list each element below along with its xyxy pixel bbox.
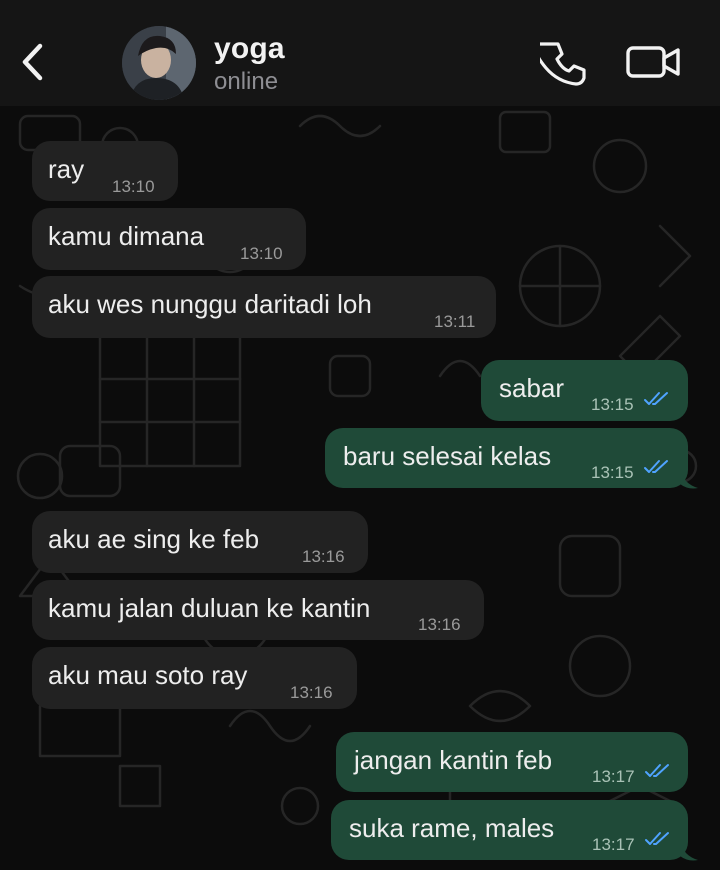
- back-button[interactable]: [14, 38, 50, 86]
- chevron-left-icon: [22, 43, 43, 81]
- message-bubble-outgoing[interactable]: suka rame, males 13:17: [331, 800, 688, 860]
- video-call-button[interactable]: [624, 42, 684, 82]
- contact-name[interactable]: yoga: [214, 32, 285, 66]
- message-time: 13:16: [418, 615, 461, 634]
- message-time: 13:15: [591, 463, 634, 482]
- video-camera-icon: [626, 46, 680, 78]
- phone-icon: [534, 42, 586, 86]
- message-text: kamu jalan duluan ke kantin: [48, 593, 371, 623]
- message-time: 13:17: [592, 767, 635, 786]
- message-text: aku mau soto ray: [48, 660, 248, 690]
- chat-header: yoga online: [0, 0, 720, 106]
- message-time: 13:16: [302, 547, 345, 566]
- message-text: jangan kantin feb: [354, 745, 553, 775]
- contact-status: online: [214, 68, 279, 95]
- voice-call-button[interactable]: [534, 40, 586, 86]
- message-bubble-incoming[interactable]: ray 13:10: [32, 141, 178, 201]
- bubble-tail: [680, 470, 698, 489]
- double-check-icon: [645, 832, 669, 845]
- double-check-icon: [645, 764, 669, 777]
- message-time: 13:10: [240, 244, 283, 263]
- message-bubble-incoming[interactable]: aku ae sing ke feb 13:16: [32, 511, 368, 573]
- message-bubble-incoming[interactable]: aku mau soto ray 13:16: [32, 647, 357, 709]
- message-text: aku ae sing ke feb: [48, 524, 260, 554]
- message-bubble-incoming[interactable]: kamu dimana 13:10: [32, 208, 306, 270]
- message-time: 13:17: [592, 835, 635, 854]
- double-check-icon: [644, 392, 668, 405]
- avatar-photo: [122, 26, 196, 100]
- message-bubble-outgoing[interactable]: baru selesai kelas 13:15: [325, 428, 688, 488]
- bubble-tail: [680, 842, 698, 861]
- message-time: 13:15: [591, 395, 634, 414]
- message-text: suka rame, males: [349, 813, 555, 843]
- message-bubble-incoming[interactable]: kamu jalan duluan ke kantin 13:16: [32, 580, 484, 640]
- message-text: ray: [48, 154, 85, 184]
- message-bubble-incoming[interactable]: aku wes nunggu daritadi loh 13:11: [32, 276, 496, 338]
- message-text: aku wes nunggu daritadi loh: [48, 289, 372, 319]
- message-time: 13:16: [290, 683, 333, 702]
- message-text: sabar: [499, 373, 565, 403]
- message-time: 13:11: [434, 312, 476, 331]
- message-bubble-outgoing[interactable]: sabar 13:15: [481, 360, 688, 421]
- message-text: kamu dimana: [48, 221, 205, 251]
- message-bubble-outgoing[interactable]: jangan kantin feb 13:17: [336, 732, 688, 792]
- message-time: 13:10: [112, 177, 155, 196]
- contact-avatar[interactable]: [122, 26, 196, 100]
- message-text: baru selesai kelas: [343, 441, 552, 471]
- double-check-icon: [644, 460, 668, 473]
